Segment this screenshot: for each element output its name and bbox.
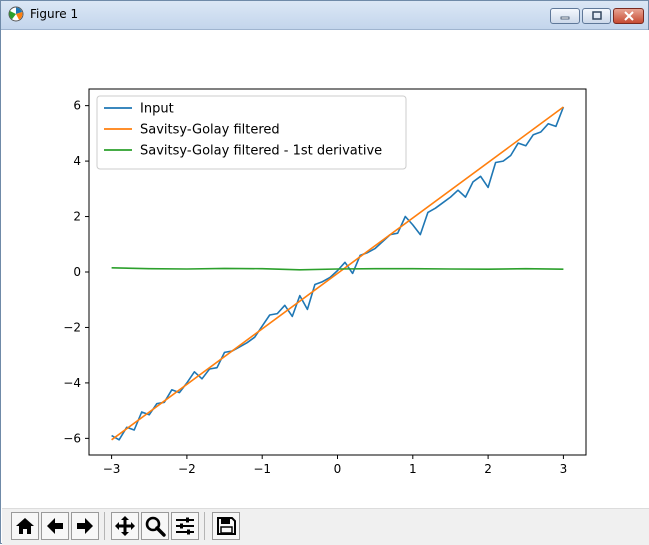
- y-tick-label: −4: [63, 376, 81, 390]
- back-arrow-icon: [47, 518, 63, 534]
- maximize-icon: [591, 11, 602, 20]
- configure-subplots-button[interactable]: [171, 512, 199, 540]
- configure-subplots-icon: [176, 517, 194, 535]
- zoom-icon: [145, 516, 166, 537]
- plot-canvas[interactable]: −3 −2 −1 0 1 2 3 −6 −4 −2 0 2 4 6 Input Savitsy-Golay…: [2, 30, 649, 508]
- x-tick-label: −2: [178, 462, 196, 476]
- legend-label: Savitsy-Golay filtered - 1st derivative: [140, 144, 382, 159]
- y-tick-label: 6: [73, 99, 81, 113]
- back-button[interactable]: [41, 512, 69, 540]
- x-tick-label: 3: [560, 462, 568, 476]
- y-tick-label: 0: [73, 265, 81, 279]
- y-tick-label: 4: [73, 154, 81, 168]
- pan-button[interactable]: [111, 512, 139, 540]
- x-axis: −3 −2 −1 0 1 2 3: [103, 455, 567, 476]
- x-tick-label: −1: [253, 462, 271, 476]
- home-button[interactable]: [11, 512, 39, 540]
- save-icon: [217, 517, 236, 535]
- close-icon: [623, 11, 634, 21]
- x-tick-label: −3: [103, 462, 121, 476]
- minimize-icon: [560, 16, 570, 20]
- y-tick-label: 2: [73, 210, 81, 224]
- y-tick-label: −6: [63, 431, 81, 445]
- toolbar-separator: [104, 512, 105, 540]
- window-title: Figure 1: [30, 7, 79, 21]
- close-button[interactable]: [613, 8, 644, 24]
- y-axis: −6 −4 −2 0 2 4 6: [63, 99, 89, 445]
- legend-label: Input: [140, 102, 174, 117]
- matplotlib-figure-icon: [8, 6, 24, 22]
- maximize-button[interactable]: [582, 8, 611, 24]
- x-tick-label: 2: [484, 462, 492, 476]
- x-tick-label: 1: [409, 462, 417, 476]
- home-icon: [16, 518, 34, 534]
- pan-icon: [115, 516, 135, 536]
- figure-canvas[interactable]: −3 −2 −1 0 1 2 3 −6 −4 −2 0 2 4 6 Input Savitsy-Golay…: [2, 30, 649, 508]
- minimize-button[interactable]: [550, 8, 580, 24]
- y-tick-label: −2: [63, 320, 81, 334]
- navigation-toolbar: [2, 508, 649, 545]
- forward-arrow-icon: [77, 518, 93, 534]
- toolbar-separator: [204, 512, 205, 540]
- x-tick-label: 0: [334, 462, 342, 476]
- save-button[interactable]: [212, 512, 240, 540]
- title-bar[interactable]: Figure 1: [1, 1, 648, 30]
- zoom-button[interactable]: [141, 512, 169, 540]
- figure-window: Figure 1 −3 −2 −1 0 1 2 3 −6 −4 −2 0 2 4 6 Input Savi…: [0, 0, 649, 545]
- forward-button[interactable]: [71, 512, 99, 540]
- legend-label: Savitsy-Golay filtered: [140, 123, 280, 138]
- legend: Input Savitsy-Golay filtered Savitsy-Golay…: [96, 95, 407, 170]
